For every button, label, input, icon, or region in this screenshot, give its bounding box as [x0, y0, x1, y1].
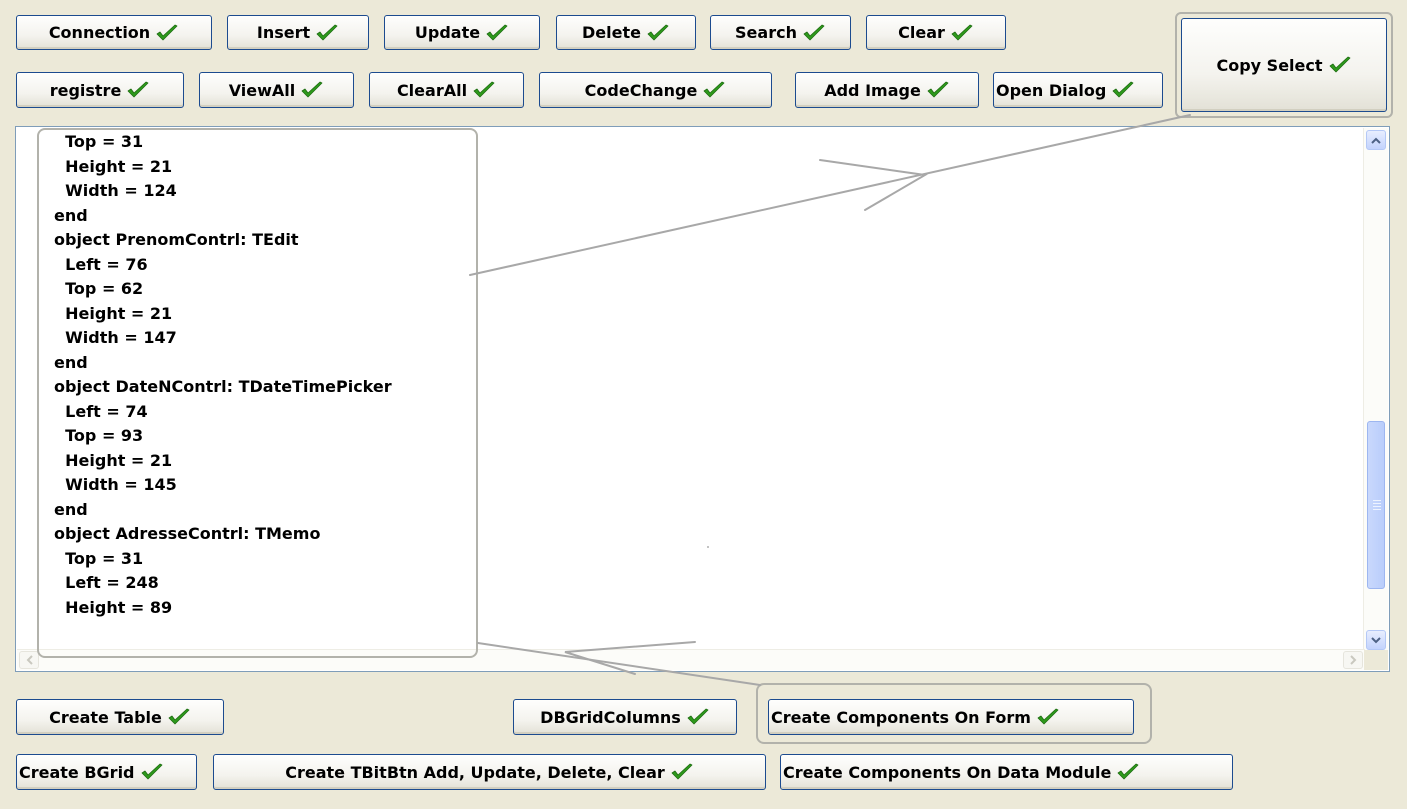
- registre-button[interactable]: registre: [16, 72, 184, 108]
- dbgridcolumns-button[interactable]: DBGridColumns: [513, 699, 737, 735]
- open-dialog-label: Open Dialog: [996, 80, 1107, 100]
- create-tbitbtn-label: Create TBitBtn Add, Update, Delete, Clea…: [285, 762, 665, 782]
- codechange-label: CodeChange: [584, 80, 698, 100]
- search-label: Search: [735, 23, 797, 42]
- check-icon: [126, 81, 150, 99]
- create-components-on-data-module-label: Create Components On Data Module: [783, 762, 1112, 782]
- check-icon: [1036, 708, 1060, 726]
- connection-label: Connection: [48, 23, 151, 42]
- check-icon: [315, 24, 339, 42]
- check-icon: [1111, 81, 1135, 99]
- search-button[interactable]: Search: [710, 15, 851, 50]
- create-components-on-form-label: Create Components On Form: [771, 707, 1031, 727]
- clearall-label: ClearAll: [396, 80, 468, 100]
- check-icon: [155, 24, 179, 42]
- code-highlight-frame: [37, 128, 478, 658]
- codechange-button[interactable]: CodeChange: [539, 72, 772, 108]
- scroll-up-arrow-icon[interactable]: [1366, 130, 1386, 150]
- delete-button[interactable]: Delete: [556, 15, 696, 50]
- create-bgrid-button[interactable]: Create BGrid: [16, 754, 197, 790]
- create-table-button[interactable]: Create Table: [16, 699, 224, 735]
- update-label: Update: [414, 23, 481, 42]
- create-components-on-form-button[interactable]: Create Components On Form: [768, 699, 1134, 735]
- check-icon: [1328, 56, 1352, 74]
- add-image-label: Add Image: [824, 80, 921, 100]
- check-icon: [167, 708, 191, 726]
- vertical-scrollbar[interactable]: [1363, 128, 1388, 654]
- check-icon: [926, 81, 950, 99]
- check-icon: [1116, 763, 1140, 781]
- check-icon: [670, 763, 694, 781]
- update-button[interactable]: Update: [384, 15, 540, 50]
- check-icon: [140, 763, 164, 781]
- clear-label: Clear: [898, 23, 945, 42]
- clear-button[interactable]: Clear: [866, 15, 1006, 50]
- scroll-down-arrow-icon[interactable]: [1366, 630, 1386, 650]
- check-icon: [702, 81, 726, 99]
- check-icon: [300, 81, 324, 99]
- registre-label: registre: [49, 80, 122, 100]
- viewall-button[interactable]: ViewAll: [199, 72, 354, 108]
- add-image-button[interactable]: Add Image: [795, 72, 979, 108]
- check-icon: [646, 24, 670, 42]
- check-icon: [485, 24, 509, 42]
- create-tbitbtn-button[interactable]: Create TBitBtn Add, Update, Delete, Clea…: [213, 754, 766, 790]
- create-bgrid-label: Create BGrid: [19, 762, 135, 782]
- check-icon: [802, 24, 826, 42]
- scroll-corner: [1364, 650, 1388, 670]
- scroll-left-arrow-icon[interactable]: [19, 651, 39, 669]
- copy-select-button[interactable]: Copy Select: [1181, 18, 1387, 112]
- check-icon: [950, 24, 974, 42]
- scroll-right-arrow-icon[interactable]: [1343, 651, 1363, 669]
- insert-label: Insert: [256, 23, 311, 42]
- vertical-scroll-thumb[interactable]: [1367, 421, 1385, 589]
- create-table-label: Create Table: [49, 707, 162, 727]
- connection-button[interactable]: Connection: [16, 15, 212, 50]
- clearall-button[interactable]: ClearAll: [369, 72, 524, 108]
- insert-button[interactable]: Insert: [227, 15, 369, 50]
- dbgridcolumns-label: DBGridColumns: [540, 707, 681, 727]
- create-components-on-data-module-button[interactable]: Create Components On Data Module: [780, 754, 1233, 790]
- open-dialog-button[interactable]: Open Dialog: [993, 72, 1163, 108]
- copy-select-label: Copy Select: [1216, 55, 1323, 75]
- viewall-label: ViewAll: [228, 80, 296, 100]
- check-icon: [472, 81, 496, 99]
- check-icon: [686, 708, 710, 726]
- delete-label: Delete: [582, 23, 641, 42]
